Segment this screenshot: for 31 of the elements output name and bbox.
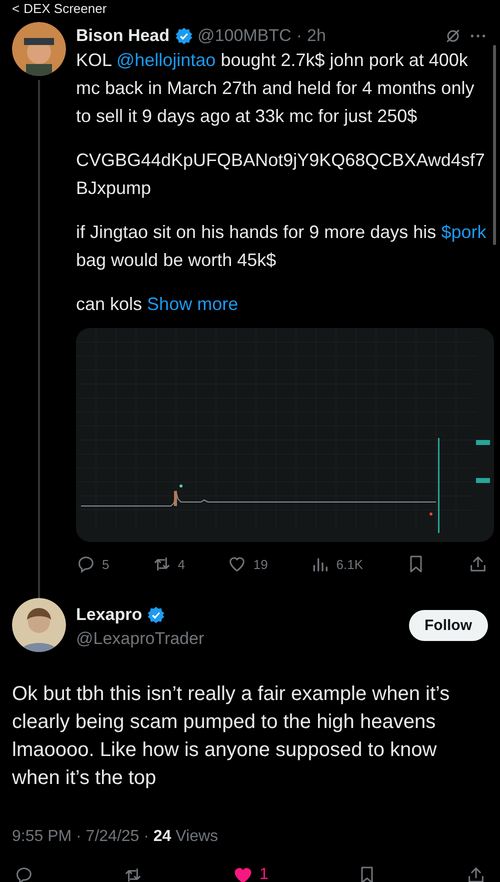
separator-dot: · — [296, 26, 302, 46]
post-paragraph: KOL @hellojintao bought 2.7k$ john pork at 400k mc back in March 27th and held for 4 months only to sell it 9 days ago at 33k mc for just 250$ — [76, 49, 476, 128]
follow-button[interactable]: Follow — [408, 610, 488, 640]
reply-text: Ok but tbh this isn’t really a fair example when it’s clearly being scam pumped to the high heavens lmaoooo. Like how is anyone supposed to know when it’s the top — [12, 682, 451, 791]
scroll-bar[interactable] — [493, 45, 496, 245]
app-title: DEX Screener — [24, 0, 107, 16]
action-count: 19 — [253, 556, 268, 572]
author-name: Lexapro — [76, 605, 142, 625]
post-meta: 9:55 PM · 7/24/25 · 24 Views — [12, 828, 220, 846]
author-handle: @100MBTC — [198, 26, 292, 46]
action-count: 4 — [178, 556, 185, 572]
post-paragraph: CVGBG44dKpUFQBANot9jY9KQ68QCBXAwd4sf7BJxpump — [76, 149, 486, 200]
post-time: 2h — [307, 26, 326, 46]
link[interactable]: Show more — [147, 294, 238, 314]
post-paragraph: if Jingtao sit on his hands for 9 more days his $pork bag would be worth 45k$ — [76, 221, 488, 272]
author-handle: @LexaproTrader — [76, 629, 206, 649]
share-icon[interactable] — [466, 865, 486, 882]
avatar[interactable] — [12, 22, 66, 76]
action-count: 5 — [102, 556, 110, 572]
link[interactable]: @hellojintao — [116, 50, 216, 70]
action-count: 6.1K — [336, 556, 364, 572]
author-name: Bison Head — [76, 26, 170, 46]
reply-icon[interactable] — [76, 554, 96, 574]
like-count: 1 — [260, 866, 268, 882]
share-icon[interactable] — [468, 554, 488, 574]
back-link[interactable]: < — [12, 0, 20, 16]
reply-icon[interactable] — [14, 865, 34, 882]
post-paragraph: can kols Show more — [76, 293, 240, 316]
link[interactable]: $pork — [441, 222, 486, 242]
heart-icon[interactable] — [227, 554, 248, 574]
avatar[interactable] — [12, 598, 66, 652]
